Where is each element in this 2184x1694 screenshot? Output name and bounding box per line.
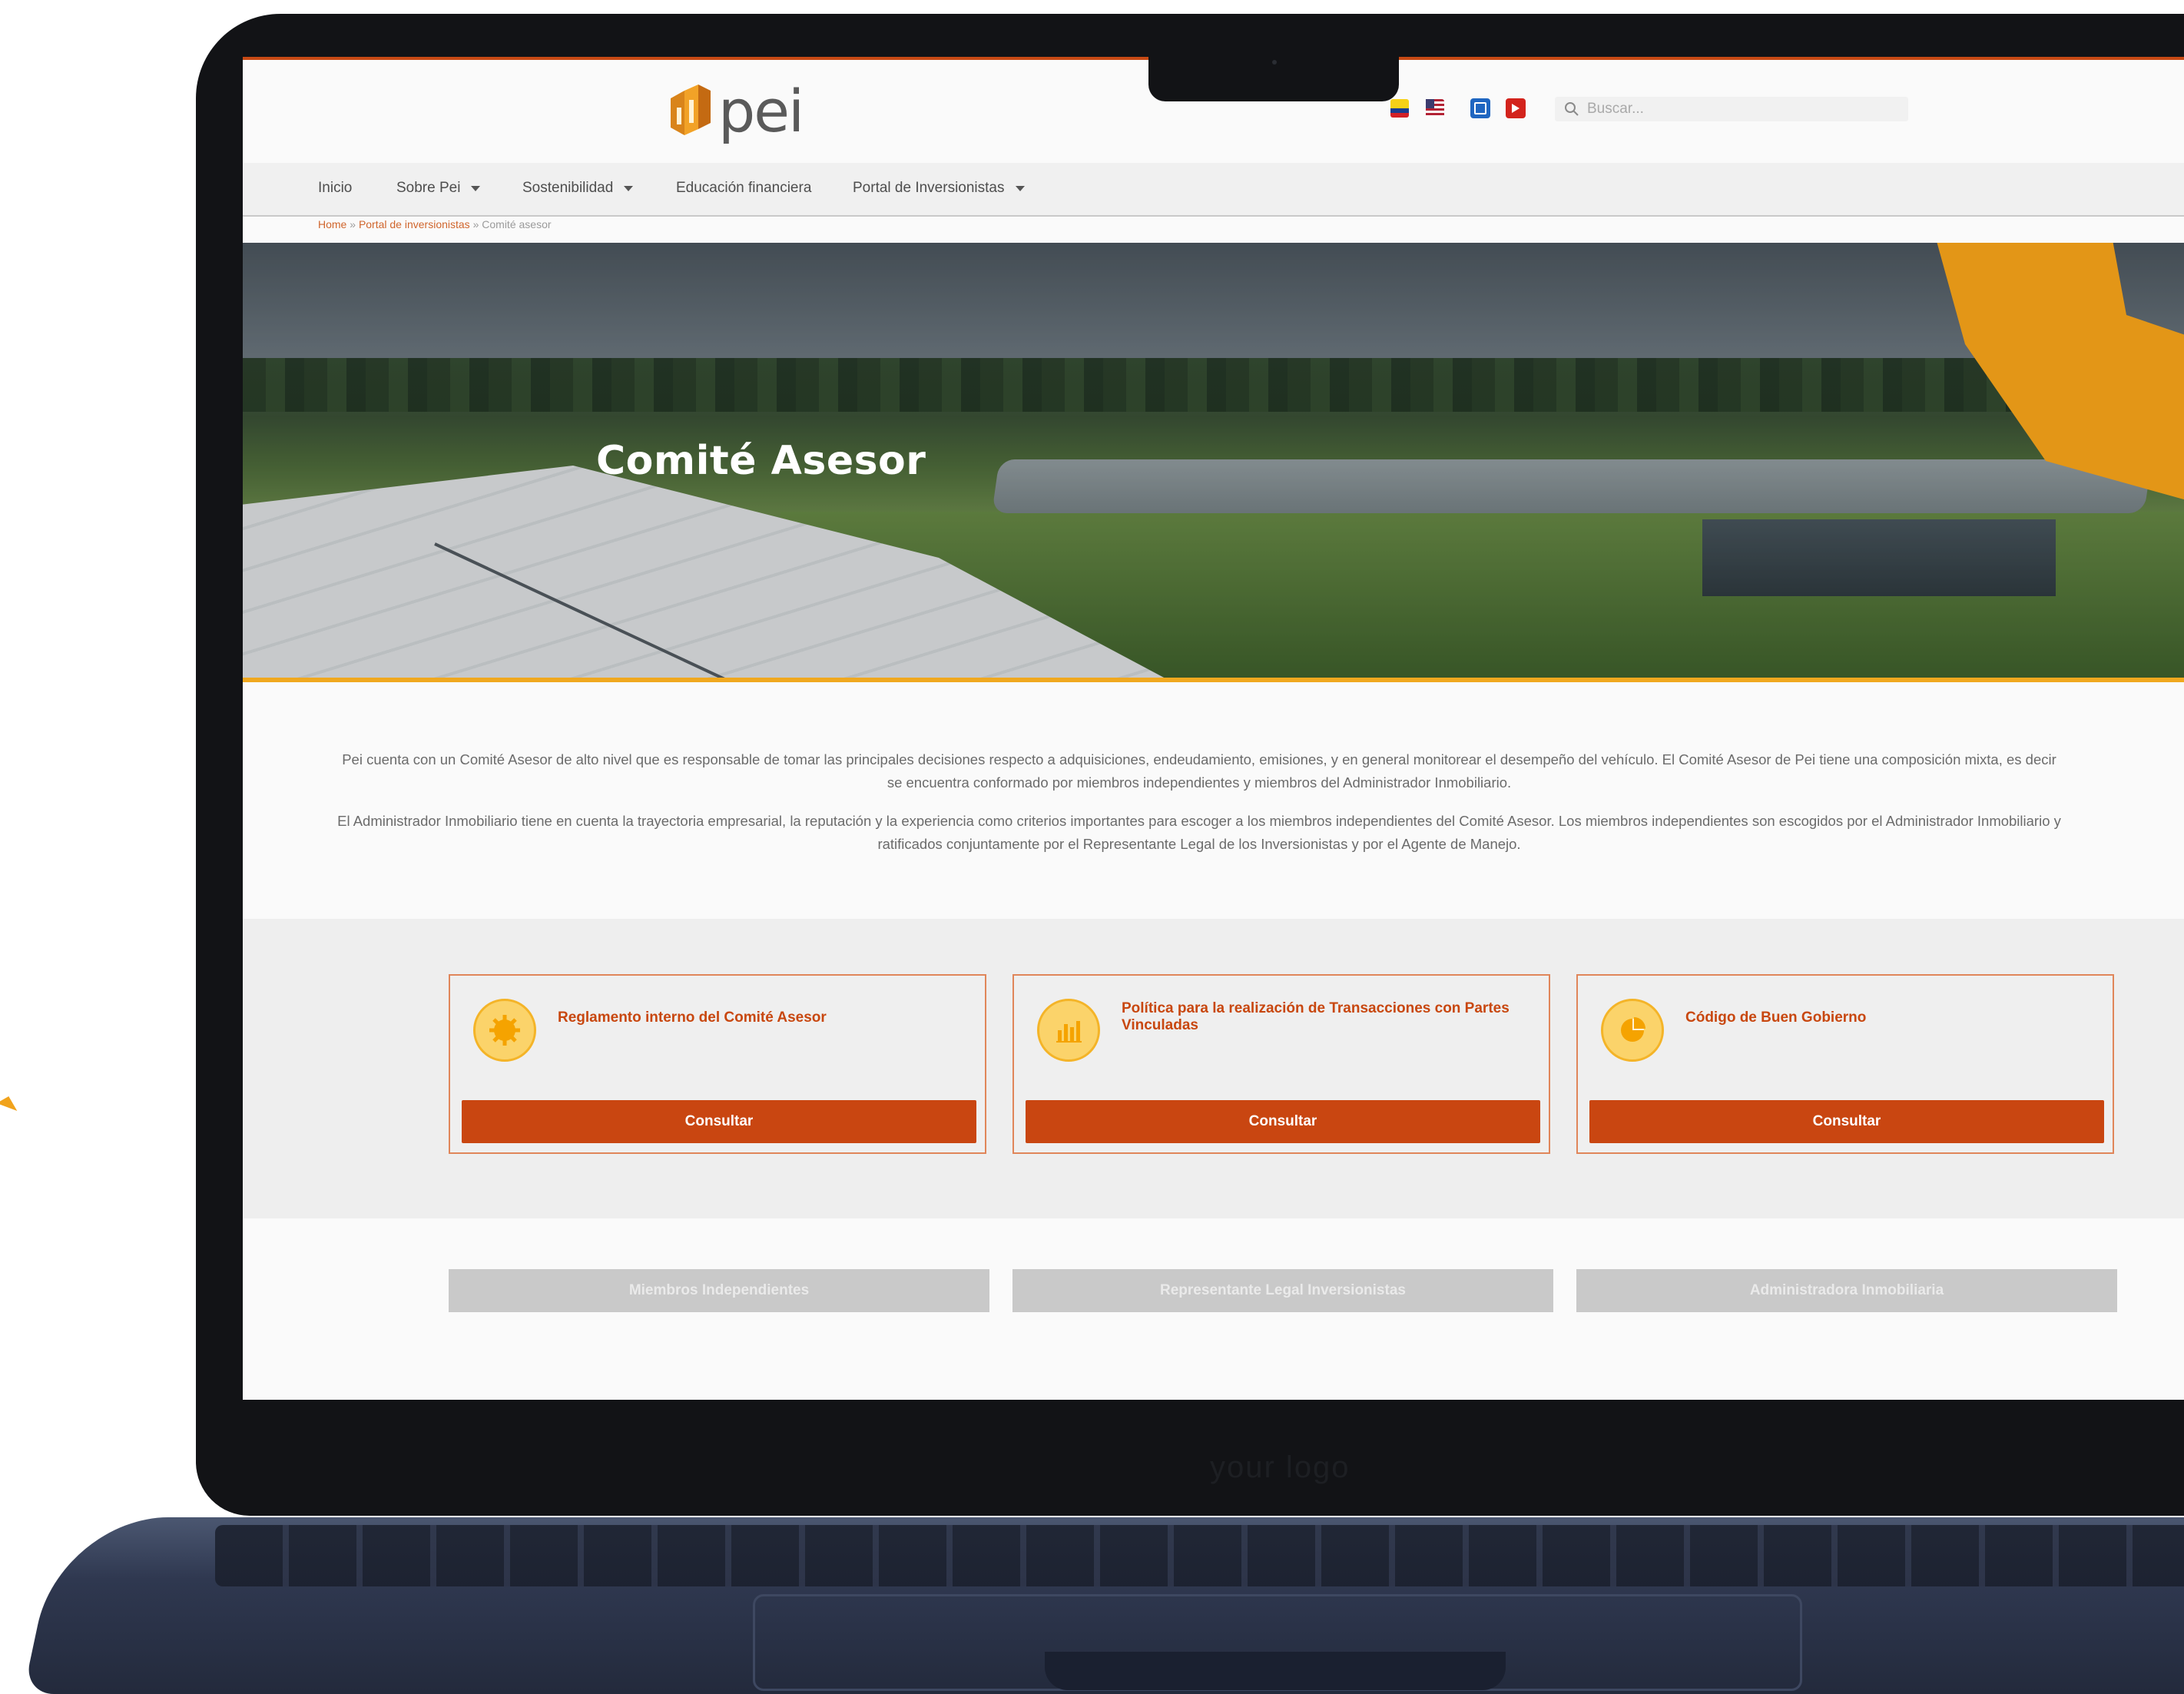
linkedin-icon[interactable]: [1470, 98, 1490, 118]
consultar-button[interactable]: Consultar: [1589, 1100, 2104, 1143]
laptop-logo: your logo: [1210, 1450, 1351, 1484]
hero-banner: [243, 243, 2184, 678]
breadcrumb-portal[interactable]: Portal de inversionistas: [359, 218, 470, 230]
browser-screen: pei Buscar... Inicio Sobre Pei Sostenibi…: [243, 57, 2184, 1400]
pei-logo-icon: [668, 81, 714, 141]
document-title: Reglamento interno del Comité Asesor: [558, 1009, 827, 1026]
laptop-hinge: [1045, 1652, 1506, 1690]
nav-item-inicio[interactable]: Inicio: [318, 180, 352, 197]
nav-item-label: Sostenibilidad: [522, 180, 614, 196]
chevron-down-icon: [624, 185, 634, 191]
camera-icon: [1272, 60, 1277, 65]
search-input[interactable]: Buscar...: [1587, 101, 1644, 118]
nav-item-sobre-pei[interactable]: Sobre Pei: [396, 180, 481, 197]
colombia-flag-icon[interactable]: [1390, 99, 1409, 118]
document-card: Código de Buen Gobierno Consultar: [1576, 974, 2114, 1154]
tab-administradora-inmobiliaria[interactable]: Administradora Inmobiliaria: [1576, 1269, 2117, 1312]
language-flags: [1390, 98, 1526, 118]
intro-text: Pei cuenta con un Comité Asesor de alto …: [335, 748, 2063, 871]
nav-item-portal-inversionistas[interactable]: Portal de Inversionistas: [853, 180, 1025, 197]
chevron-down-icon: [471, 185, 481, 191]
search-field[interactable]: Buscar...: [1555, 97, 1908, 121]
document-card: Reglamento interno del Comité Asesor Con…: [449, 974, 986, 1154]
breadcrumb-separator: »: [472, 218, 479, 230]
nav-item-label: Portal de Inversionistas: [853, 180, 1005, 196]
consultar-button[interactable]: Consultar: [462, 1100, 976, 1143]
tab-representante-legal[interactable]: Representante Legal Inversionistas: [1012, 1269, 1553, 1312]
document-title: Política para la realización de Transacc…: [1122, 1000, 1510, 1033]
intro-paragraph: Pei cuenta con un Comité Asesor de alto …: [342, 751, 2056, 791]
search-icon: [1565, 102, 1579, 116]
brand-name: pei: [718, 77, 804, 145]
camera-notch: [1148, 45, 1399, 101]
site-logo[interactable]: pei: [668, 77, 804, 145]
document-card: Política para la realización de Transacc…: [1012, 974, 1550, 1154]
breadcrumb-home[interactable]: Home: [318, 218, 346, 230]
nav-item-label: Sobre Pei: [396, 180, 461, 196]
tab-miembros-independientes[interactable]: Miembros Independientes: [449, 1269, 989, 1312]
keyboard: [215, 1525, 2184, 1586]
gear-badge-icon: [473, 999, 536, 1062]
chevron-down-icon: [1015, 185, 1025, 191]
nav-item-sostenibilidad[interactable]: Sostenibilidad: [522, 180, 634, 197]
bar-chart-icon: [1037, 999, 1100, 1062]
decorative-orange-shape: [0, 1096, 18, 1119]
pie-chart-icon: [1601, 999, 1664, 1062]
breadcrumb-current: Comité asesor: [482, 218, 552, 230]
hero-overlay: [243, 243, 2184, 678]
document-title: Código de Buen Gobierno: [1685, 1009, 1867, 1026]
youtube-icon[interactable]: [1506, 98, 1526, 118]
intro-paragraph: El Administrador Inmobiliario tiene en c…: [337, 813, 2061, 852]
breadcrumb: Home » Portal de inversionistas » Comité…: [318, 218, 552, 230]
nav-item-educacion-financiera[interactable]: Educación financiera: [676, 180, 811, 197]
main-nav: Inicio Sobre Pei Sostenibilidad Educació…: [243, 163, 2184, 217]
page-title: Comité Asesor: [596, 438, 926, 484]
hero-accent-bar: [243, 678, 2184, 682]
consultar-button[interactable]: Consultar: [1026, 1100, 1540, 1143]
nav-item-label: Inicio: [318, 180, 353, 196]
usa-flag-icon[interactable]: [1426, 99, 1444, 118]
breadcrumb-separator: »: [350, 218, 356, 230]
nav-item-label: Educación financiera: [676, 180, 812, 196]
